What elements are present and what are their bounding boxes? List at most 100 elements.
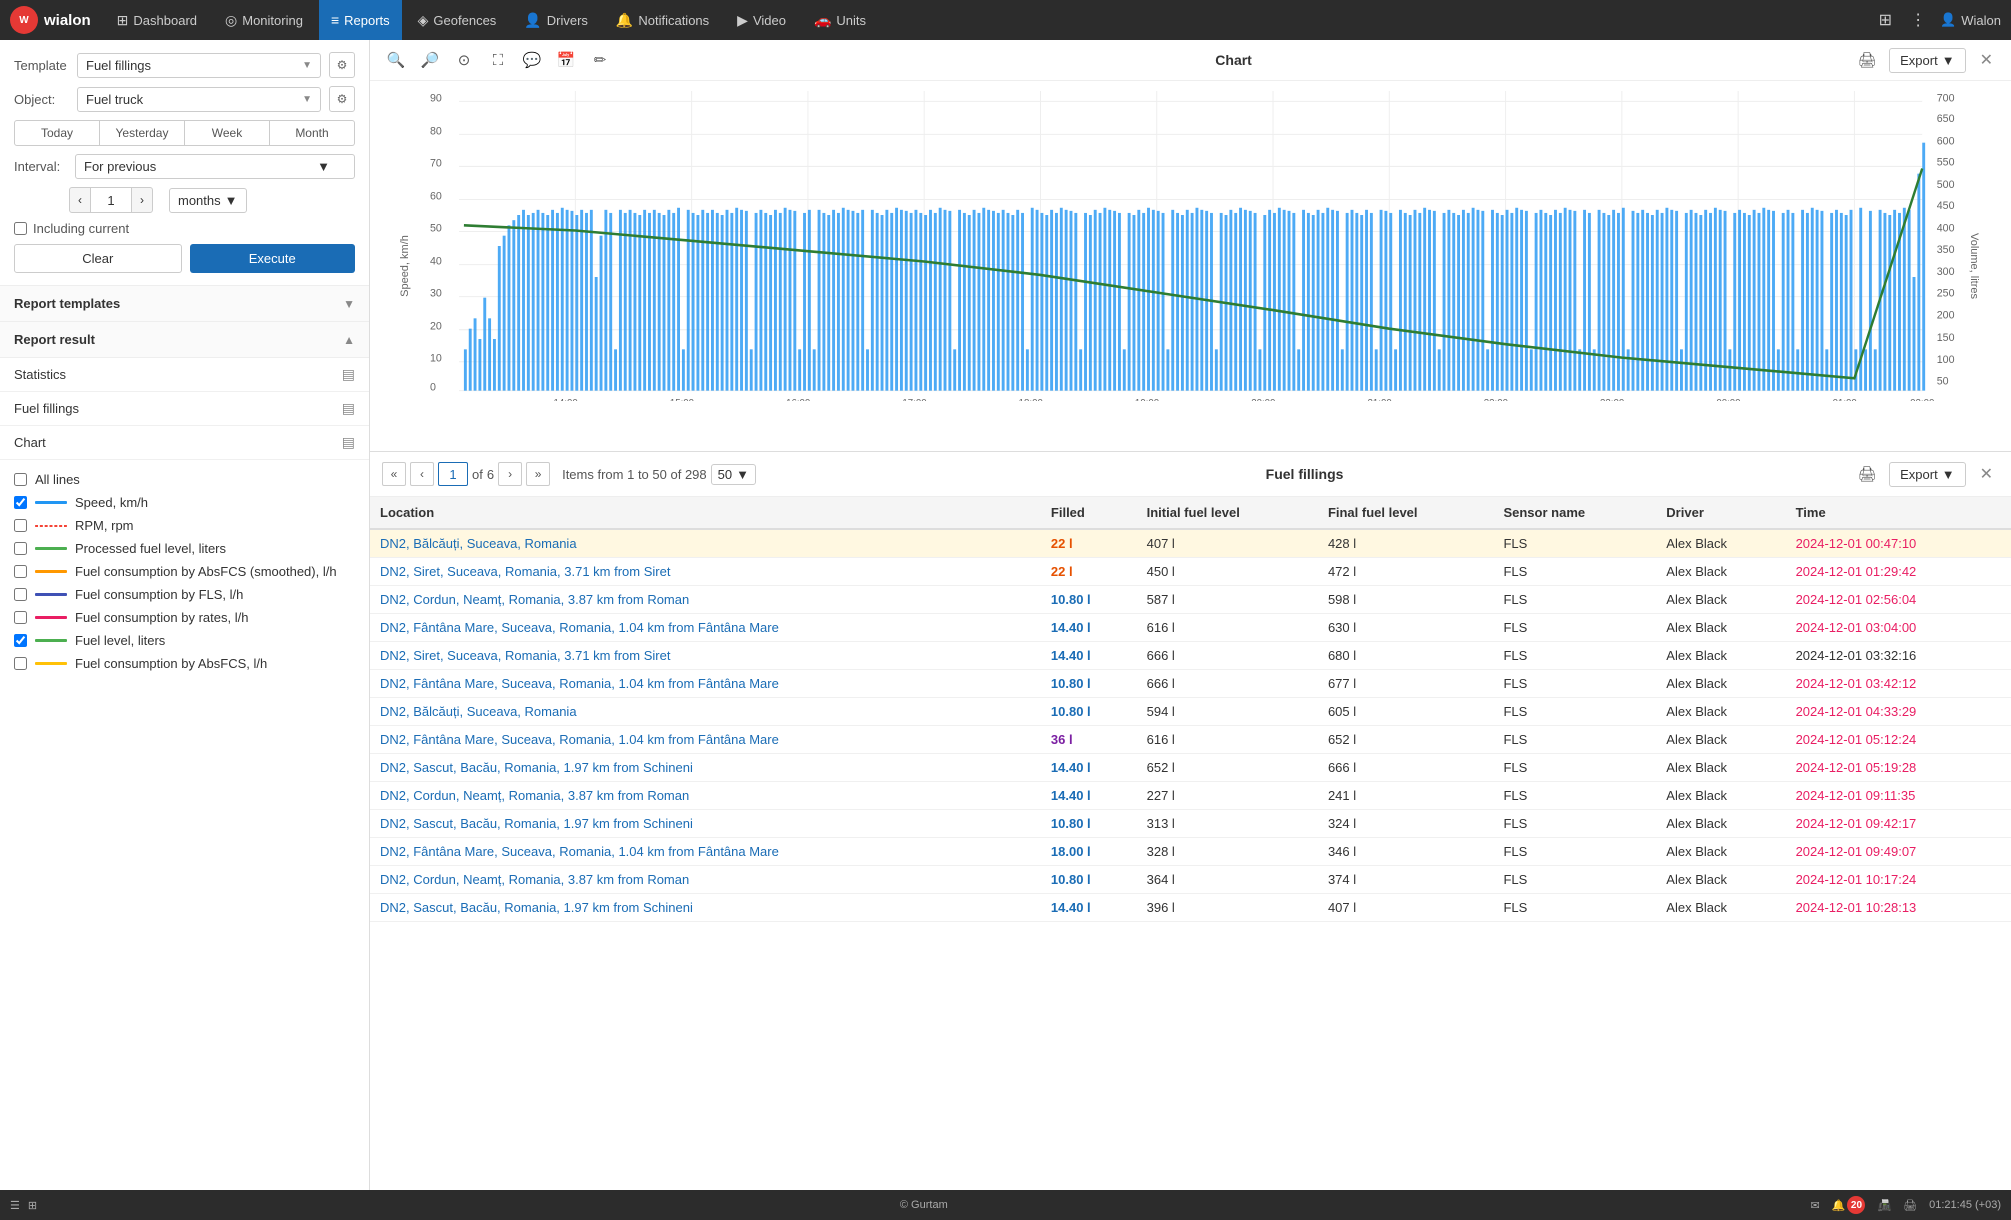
table-close-button[interactable]: ✕ [1974,462,1999,486]
result-item-statistics[interactable]: Statistics ▤ [0,358,369,392]
legend-all-lines-checkbox[interactable] [14,473,27,486]
cell-time[interactable]: 2024-12-01 10:17:24 [1786,866,2011,894]
cell-time[interactable]: 2024-12-01 00:47:10 [1786,529,2011,558]
nav-notifications[interactable]: 🔔 Notifications [604,0,721,40]
cell-time[interactable]: 2024-12-01 09:49:07 [1786,838,2011,866]
comment-button[interactable]: 💬 [518,46,546,74]
chart-print-button[interactable]: 🖨 [1853,46,1881,74]
cell-location[interactable]: DN2, Fântâna Mare, Suceava, Romania, 1.0… [370,726,1041,754]
next-page-button[interactable]: › [498,462,522,486]
execute-button[interactable]: Execute [190,244,356,273]
zoom-out-button[interactable]: 🔍 [382,46,410,74]
nav-units[interactable]: 🚗 Units [802,0,878,40]
zoom-reset-button[interactable]: ⊙ [450,46,478,74]
report-result-header[interactable]: Report result ▲ [0,322,369,358]
including-current-checkbox[interactable] [14,222,27,235]
cell-time[interactable]: 2024-12-01 05:12:24 [1786,726,2011,754]
cell-time[interactable]: 2024-12-01 05:19:28 [1786,754,2011,782]
legend-fuel-abs-smoothed-checkbox[interactable] [14,565,27,578]
cell-time[interactable]: 2024-12-01 03:04:00 [1786,614,2011,642]
clear-button[interactable]: Clear [14,244,182,273]
user-menu[interactable]: 👤 Wialon [1940,12,2001,28]
cell-location[interactable]: DN2, Fântâna Mare, Suceava, Romania, 1.0… [370,670,1041,698]
cell-location[interactable]: DN2, Bălcăuți, Suceava, Romania [370,698,1041,726]
table-export-button[interactable]: Export ▼ [1889,462,1965,487]
legend-fuel-level-checkbox[interactable] [14,634,27,647]
cell-time[interactable]: 2024-12-01 09:11:35 [1786,782,2011,810]
first-page-button[interactable]: « [382,462,406,486]
result-item-chart[interactable]: Chart ▤ [0,426,369,460]
last-page-button[interactable]: » [526,462,550,486]
fax-icon[interactable]: 📠 [1877,1199,1891,1212]
nav-dashboard[interactable]: ⊞ Dashboard [105,0,209,40]
cell-time[interactable]: 2024-12-01 02:56:04 [1786,586,2011,614]
logo[interactable]: W wialon [10,6,91,34]
cell-time[interactable]: 2024-12-01 10:28:13 [1786,894,2011,922]
cell-location[interactable]: DN2, Cordun, Neamț, Romania, 3.87 km fro… [370,586,1041,614]
report-templates-header[interactable]: Report templates ▼ [0,286,369,322]
nav-reports[interactable]: ≡ Reports [319,0,402,40]
col-filled: Filled [1041,497,1137,529]
legend-speed-checkbox[interactable] [14,496,27,509]
legend-fuel-rates-checkbox[interactable] [14,611,27,624]
result-item-fuel-fillings[interactable]: Fuel fillings ▤ [0,392,369,426]
template-select[interactable]: Fuel fillings ▼ [77,53,321,78]
cell-time[interactable]: 2024-12-01 03:32:16 [1786,642,2011,670]
cell-location[interactable]: DN2, Fântâna Mare, Suceava, Romania, 1.0… [370,838,1041,866]
pen-button[interactable]: ✏ [586,46,614,74]
cell-location[interactable]: DN2, Cordun, Neamț, Romania, 3.87 km fro… [370,866,1041,894]
cell-time[interactable]: 2024-12-01 04:33:29 [1786,698,2011,726]
cell-location[interactable]: DN2, Sascut, Bacău, Romania, 1.97 km fro… [370,754,1041,782]
cell-location[interactable]: DN2, Bălcăuți, Suceava, Romania [370,529,1041,558]
cell-location[interactable]: DN2, Siret, Suceava, Romania, 3.71 km fr… [370,558,1041,586]
message-icon[interactable]: ✉ [1811,1199,1820,1212]
apps-icon[interactable]: ⊞ [1875,6,1896,34]
chart-close-button[interactable]: ✕ [1974,48,1999,72]
layout-grid-icon[interactable]: ⊞ [28,1199,37,1212]
cell-time[interactable]: 2024-12-01 09:42:17 [1786,810,2011,838]
object-select[interactable]: Fuel truck ▼ [77,87,321,112]
nav-monitoring[interactable]: ◎ Monitoring [213,0,315,40]
cell-location[interactable]: DN2, Fântâna Mare, Suceava, Romania, 1.0… [370,614,1041,642]
legend-processed-fuel-checkbox[interactable] [14,542,27,555]
prev-page-button[interactable]: ‹ [410,462,434,486]
printer-icon[interactable]: 🖨 [1903,1199,1917,1212]
nav-drivers[interactable]: 👤 Drivers [512,0,600,40]
legend-fuel-abs-checkbox[interactable] [14,657,27,670]
chart-export-button[interactable]: Export ▼ [1889,48,1965,73]
user-avatar-icon: 👤 [1940,12,1956,28]
tab-week[interactable]: Week [185,120,270,146]
legend-fuel-fls-checkbox[interactable] [14,588,27,601]
zoom-in-button[interactable]: 🔎 [416,46,444,74]
calendar-button[interactable]: 📅 [552,46,580,74]
cell-final: 346 l [1318,838,1494,866]
nav-video[interactable]: ▶ Video [725,0,798,40]
legend-rpm-checkbox[interactable] [14,519,27,532]
object-settings-icon[interactable]: ⚙ [329,86,355,112]
tab-month[interactable]: Month [270,120,355,146]
cell-location[interactable]: DN2, Siret, Suceava, Romania, 3.71 km fr… [370,642,1041,670]
current-page[interactable]: 1 [438,462,468,486]
months-select[interactable]: months ▼ [169,188,247,213]
tab-today[interactable]: Today [14,120,100,146]
tab-yesterday[interactable]: Yesterday [100,120,185,146]
fullscreen-button[interactable]: ⛶ [484,46,512,74]
table-scroll[interactable]: Location Filled Initial fuel level Final… [370,497,2011,1190]
cell-sensor: FLS [1493,586,1656,614]
layout-list-icon[interactable]: ☰ [10,1199,20,1212]
cell-location[interactable]: DN2, Sascut, Bacău, Romania, 1.97 km fro… [370,810,1041,838]
template-settings-icon[interactable]: ⚙ [329,52,355,78]
stepper-next-button[interactable]: › [131,187,153,213]
nav-geofences[interactable]: ◈ Geofences [406,0,509,40]
cell-location[interactable]: DN2, Sascut, Bacău, Romania, 1.97 km fro… [370,894,1041,922]
nav-geofences-label: Geofences [433,13,496,28]
cell-location[interactable]: DN2, Cordun, Neamț, Romania, 3.87 km fro… [370,782,1041,810]
table-print-button[interactable]: 🖨 [1853,460,1881,488]
notification-badge-container[interactable]: 🔔 20 [1832,1196,1866,1214]
more-icon[interactable]: ⋮ [1906,6,1930,34]
cell-time[interactable]: 2024-12-01 03:42:12 [1786,670,2011,698]
stepper-prev-button[interactable]: ‹ [69,187,91,213]
per-page-select[interactable]: 50 ▼ [711,464,756,485]
cell-time[interactable]: 2024-12-01 01:29:42 [1786,558,2011,586]
interval-select[interactable]: For previous ▼ [75,154,355,179]
